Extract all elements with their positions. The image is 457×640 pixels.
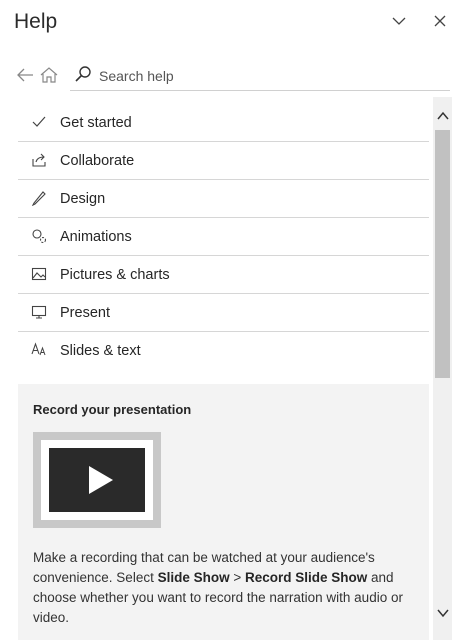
menu-path-slide-show: Slide Show (157, 570, 230, 585)
topic-label: Present (60, 304, 110, 321)
topic-pictures-charts[interactable]: Pictures & charts (18, 256, 429, 294)
topic-collaborate[interactable]: Collaborate (18, 142, 429, 180)
pen-icon (30, 190, 48, 206)
card-title: Record your presentation (33, 402, 192, 417)
search-input[interactable] (97, 64, 446, 88)
pane-title: Help (14, 10, 58, 33)
chevron-down-icon[interactable] (433, 606, 452, 620)
topic-label: Slides & text (60, 342, 141, 359)
topic-design[interactable]: Design (18, 180, 429, 218)
video-thumbnail[interactable] (33, 432, 161, 528)
menu-path-record-slide-show: Record Slide Show (245, 570, 368, 585)
topic-present[interactable]: Present (18, 294, 429, 332)
topic-slides-text[interactable]: Slides & text (18, 332, 429, 369)
help-topics-list: Get started Collaborate Design Animation… (18, 104, 429, 369)
play-icon (89, 466, 113, 494)
topic-animations[interactable]: Animations (18, 218, 429, 256)
topic-get-started[interactable]: Get started (18, 104, 429, 142)
topic-label: Animations (60, 228, 132, 245)
topic-label: Design (60, 190, 106, 207)
text-size-icon (30, 342, 48, 358)
home-icon[interactable] (39, 66, 59, 84)
help-content: Get started Collaborate Design Animation… (0, 97, 433, 640)
topic-label: Get started (60, 114, 132, 131)
picture-icon (30, 266, 48, 282)
card-text-separator: > (229, 570, 245, 585)
chevron-down-icon[interactable] (388, 10, 410, 32)
close-icon[interactable] (429, 10, 451, 32)
search-box[interactable] (70, 60, 450, 91)
topic-label: Collaborate (60, 152, 135, 169)
vertical-scrollbar[interactable] (433, 97, 452, 640)
search-icon (75, 66, 91, 82)
share-icon (30, 152, 48, 168)
card-description: Make a recording that can be watched at … (33, 548, 418, 628)
chevron-up-icon[interactable] (433, 109, 452, 123)
animation-icon (30, 228, 48, 244)
back-arrow-icon[interactable] (15, 66, 35, 84)
checkmark-icon (30, 114, 48, 130)
scrollbar-thumb[interactable] (435, 130, 450, 378)
monitor-icon (30, 304, 48, 320)
topic-label: Pictures & charts (60, 266, 170, 283)
record-presentation-card: Record your presentation Make a recordin… (18, 384, 429, 640)
